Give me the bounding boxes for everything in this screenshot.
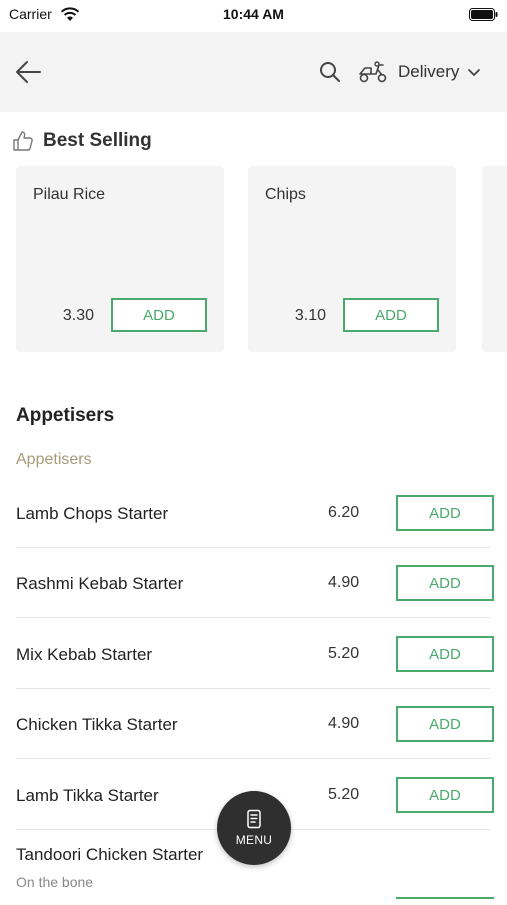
status-time: 10:44 AM — [223, 6, 284, 22]
product-price: 3.10 — [294, 307, 326, 324]
item-name: Lamb Chops Starter — [16, 504, 169, 523]
best-selling-card: Chips 3.10 ADD — [248, 166, 456, 352]
add-button[interactable]: ADD — [396, 706, 494, 742]
best-selling-card-partial[interactable] — [482, 166, 507, 352]
back-arrow-icon[interactable] — [12, 58, 44, 86]
thumbs-up-icon — [13, 131, 33, 151]
delivery-mode-label: Delivery — [398, 62, 460, 81]
status-bar: Carrier 10:44 AM — [0, 0, 507, 30]
menu-button-label: MENU — [235, 833, 273, 847]
item-price: 5.20 — [328, 645, 360, 662]
category-title: Appetisers — [16, 405, 115, 426]
subcategory-title: Appetisers — [16, 451, 92, 468]
add-button[interactable]: ADD — [343, 298, 439, 332]
battery-icon — [469, 8, 498, 21]
delivery-scooter-icon — [359, 61, 387, 83]
product-name: Chips — [265, 186, 306, 203]
chevron-down-icon — [468, 69, 481, 76]
item-description: On the bone — [16, 874, 94, 890]
menu-button[interactable]: MENU — [217, 791, 291, 865]
divider — [16, 688, 490, 689]
add-button[interactable]: ADD — [111, 298, 207, 332]
product-name: Pilau Rice — [33, 186, 106, 203]
add-button-partial[interactable] — [396, 897, 494, 905]
top-header: Delivery — [0, 32, 507, 112]
add-button[interactable]: ADD — [396, 636, 494, 672]
item-price: 4.90 — [328, 715, 360, 732]
add-button[interactable]: ADD — [396, 777, 494, 813]
add-button[interactable]: ADD — [396, 495, 494, 531]
divider — [16, 547, 490, 548]
divider — [16, 758, 490, 759]
item-name: Lamb Tikka Starter — [16, 786, 159, 805]
search-icon[interactable] — [318, 60, 342, 84]
item-name: Rashmi Kebab Starter — [16, 574, 184, 593]
best-selling-heading: Best Selling — [12, 130, 152, 152]
item-price: 5.20 — [328, 786, 360, 803]
product-price: 3.30 — [62, 307, 94, 324]
add-button[interactable]: ADD — [396, 565, 494, 601]
delivery-mode-selector[interactable]: Delivery — [358, 58, 481, 86]
best-selling-card: Pilau Rice 3.30 ADD — [16, 166, 224, 352]
divider — [16, 617, 490, 618]
best-selling-title: Best Selling — [43, 130, 152, 151]
item-price: 4.90 — [328, 574, 360, 591]
item-name: Mix Kebab Starter — [16, 645, 153, 664]
item-price: 6.20 — [328, 504, 360, 521]
item-name: Tandoori Chicken Starter — [16, 845, 204, 864]
menu-book-icon — [247, 809, 261, 829]
item-name: Chicken Tikka Starter — [16, 715, 178, 734]
